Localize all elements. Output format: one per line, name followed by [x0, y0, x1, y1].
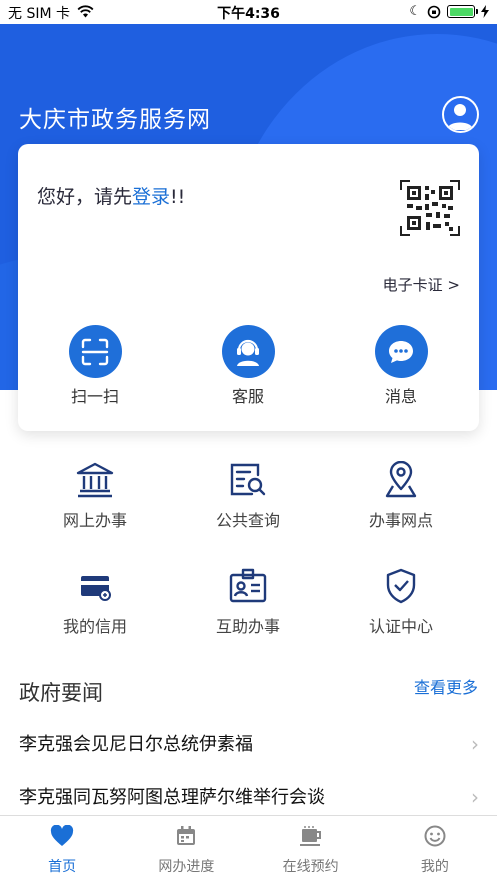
service-icon-wrap — [379, 566, 423, 606]
view-more-link[interactable]: 查看更多 — [414, 674, 478, 698]
user-avatar-button[interactable] — [442, 96, 479, 133]
service-icon-wrap — [73, 566, 117, 606]
customer-service-button[interactable]: 客服 — [208, 325, 288, 407]
tab-label: 首页 — [48, 859, 77, 875]
app-title: 大庆市政务服务网 — [19, 107, 211, 133]
tab-icon-wrap — [124, 824, 248, 848]
greeting-suffix: !! — [170, 186, 186, 208]
service-label: 互助办事 — [215, 617, 280, 636]
e-certificate-link[interactable]: 电子卡证 > — [383, 274, 460, 295]
user-icon — [447, 104, 473, 130]
government-building-icon — [76, 462, 114, 498]
charging-icon — [481, 5, 489, 18]
service-my-credit[interactable]: 我的信用 — [35, 566, 155, 637]
scan-icon — [81, 338, 109, 365]
calendar-icon — [177, 826, 196, 845]
customer-service-icon-circle — [221, 325, 275, 378]
chevron-right-icon: › — [471, 732, 479, 756]
service-label: 办事网点 — [368, 511, 433, 530]
service-icon-wrap — [226, 460, 270, 500]
customer-service-label: 客服 — [231, 387, 264, 406]
smiley-icon — [424, 825, 446, 847]
tab-home[interactable]: 首页 — [0, 816, 124, 883]
heart-icon — [51, 825, 74, 846]
message-icon-circle — [374, 325, 428, 378]
tab-appointment[interactable]: 在线预约 — [249, 816, 373, 883]
service-label: 网上办事 — [62, 511, 127, 530]
news-headline: 李克强同瓦努阿图总理萨尔维举行会谈 — [19, 787, 325, 808]
status-icons: ☾ — [409, 4, 489, 19]
service-icon-wrap — [379, 460, 423, 500]
service-service-outlets[interactable]: 办事网点 — [341, 460, 461, 531]
tab-label: 网办进度 — [158, 859, 215, 875]
tab-icon-wrap — [0, 824, 124, 848]
messages-label: 消息 — [384, 387, 417, 406]
orientation-lock-icon — [427, 5, 441, 18]
id-badge-icon — [229, 568, 267, 603]
customer-service-icon — [237, 339, 259, 366]
service-auth-center[interactable]: 认证中心 — [341, 566, 461, 637]
login-card: 您好，请先登录!! 电子卡证 > 扫一扫 客服 消息 — [18, 144, 479, 431]
service-public-query[interactable]: 公共查询 — [188, 460, 308, 531]
service-mutual-aid[interactable]: 互助办事 — [188, 566, 308, 637]
tab-progress[interactable]: 网办进度 — [124, 816, 248, 883]
shield-check-icon — [386, 568, 416, 604]
cup-icon — [299, 826, 321, 846]
service-label: 认证中心 — [368, 617, 433, 636]
credit-card-icon — [81, 576, 111, 601]
location-pin-icon — [385, 461, 417, 498]
news-headline: 李克强会见尼日尔总统伊素福 — [19, 734, 253, 755]
tab-mine[interactable]: 我的 — [373, 816, 497, 883]
tab-label: 在线预约 — [282, 859, 339, 875]
messages-button[interactable]: 消息 — [361, 325, 441, 407]
service-icon-wrap — [73, 460, 117, 500]
tab-icon-wrap — [249, 824, 373, 848]
login-link[interactable]: 登录 — [132, 186, 170, 208]
tab-icon-wrap — [373, 824, 497, 848]
battery-icon — [447, 5, 478, 18]
tab-label: 我的 — [420, 859, 449, 875]
news-section-title: 政府要闻 — [19, 681, 103, 705]
greeting-text: 您好，请先 — [37, 186, 133, 208]
scan-button[interactable]: 扫一扫 — [55, 325, 135, 407]
chevron-right-icon: › — [471, 785, 479, 809]
moon-icon: ☾ — [409, 4, 421, 19]
news-item[interactable]: 李克强会见尼日尔总统伊素福 › — [19, 730, 479, 760]
bottom-tab-bar: 首页 网办进度 在线预约 我的 — [0, 815, 497, 883]
scan-icon-circle — [68, 325, 122, 378]
qr-code-icon[interactable] — [400, 180, 460, 236]
service-label: 我的信用 — [62, 617, 127, 636]
scan-label: 扫一扫 — [70, 387, 119, 406]
news-item[interactable]: 李克强同瓦努阿图总理萨尔维举行会谈 › — [19, 783, 479, 813]
service-label: 公共查询 — [215, 511, 280, 530]
service-icon-wrap — [226, 566, 270, 606]
message-icon — [389, 340, 413, 363]
document-search-icon — [230, 463, 266, 496]
status-bar: 无 SIM 卡 下午4:36 ☾ — [0, 0, 497, 24]
greeting: 您好，请先登录!! — [37, 182, 185, 209]
service-online-affairs[interactable]: 网上办事 — [35, 460, 155, 531]
